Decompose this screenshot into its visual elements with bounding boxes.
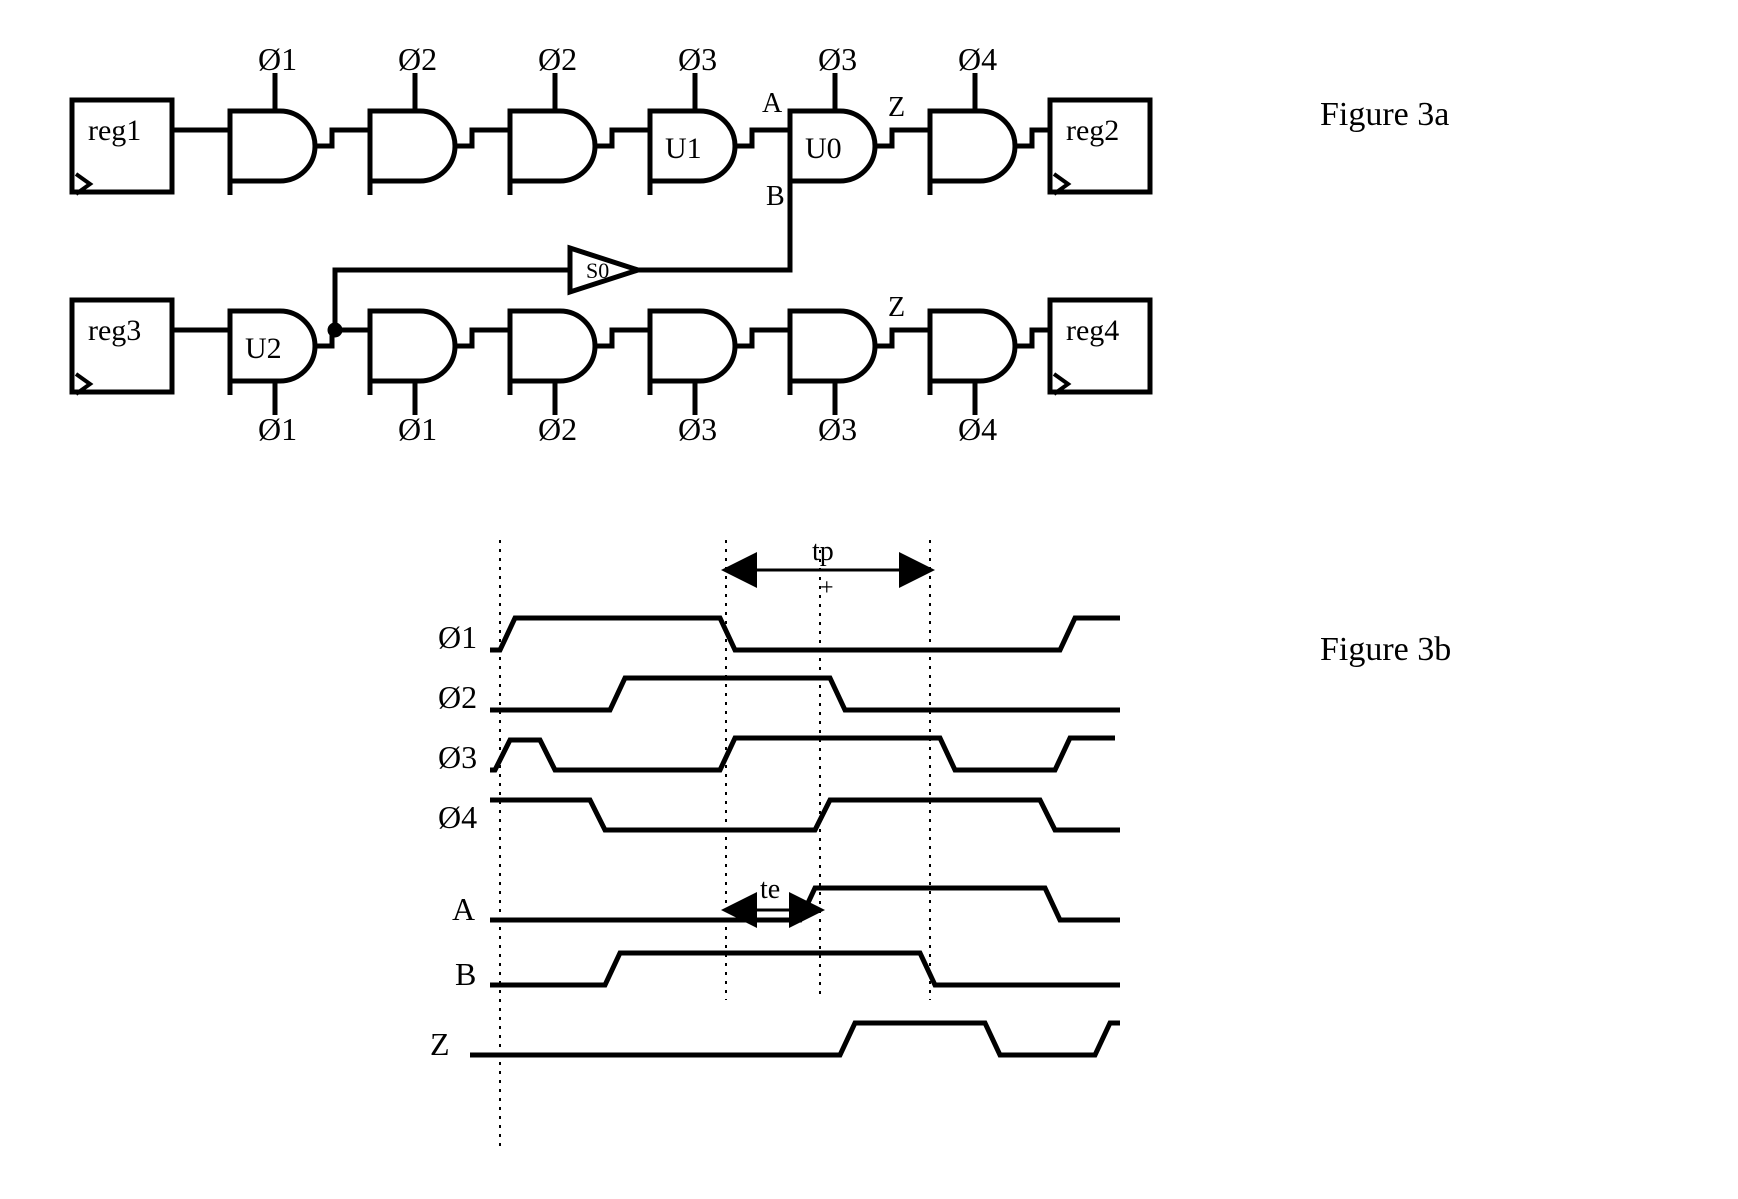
figure-3b: Figure 3b tp + [430,536,1451,1150]
phase-bot-2: Ø1 [398,411,437,447]
top-gate-2 [370,111,455,181]
phase-bot-6: Ø4 [958,411,997,447]
top-gate-3 [510,111,595,181]
diagram-canvas: reg1 reg2 Ø1 Ø2 Ø2 Ø3 Ø3 Ø4 [0,0,1738,1199]
phase-top-2: Ø2 [398,41,437,77]
phase-top-5: Ø3 [818,41,857,77]
tp-label: tp [812,536,834,567]
net-a-label: A [762,88,783,119]
sig-a: A [452,891,475,927]
reg4-label: reg4 [1066,314,1119,347]
bot-gate-4 [650,311,735,381]
gate-u1-label: U1 [665,132,702,165]
buffer-s0-label: S0 [586,258,609,283]
sig-b: B [455,956,476,992]
net-z-bot-label: Z [888,292,905,323]
reg1-label: reg1 [88,114,141,147]
net-b-label: B [766,181,785,212]
net-z-top-label: Z [888,92,905,123]
bot-gate-5 [790,311,875,381]
sig-2: Ø2 [438,679,477,715]
figure-3b-caption: Figure 3b [1320,631,1451,668]
sig-z: Z [430,1026,450,1062]
reg3-label: reg3 [88,314,141,347]
figure-3a: reg1 reg2 Ø1 Ø2 Ø2 Ø3 Ø3 Ø4 [72,41,1449,447]
bot-gate-2 [370,311,455,381]
phase-stubs-top [275,73,975,111]
phase-top-1: Ø1 [258,41,297,77]
phase-bot-4: Ø3 [678,411,717,447]
reg2-label: reg2 [1066,114,1119,147]
phase-stubs-bot [275,381,975,415]
te-label: te [760,874,780,905]
phase-bot-5: Ø3 [818,411,857,447]
sig-3: Ø3 [438,739,477,775]
phase-top-3: Ø2 [538,41,577,77]
phase-top-6: Ø4 [958,41,997,77]
timing-guides [500,540,930,1150]
tp-plus: + [820,575,834,601]
sig-1: Ø1 [438,619,477,655]
phase-top-4: Ø3 [678,41,717,77]
gate-u0-label: U0 [805,132,842,165]
bot-gate-3 [510,311,595,381]
waveforms [470,618,1120,1055]
phase-bot-3: Ø2 [538,411,577,447]
phase-bot-1: Ø1 [258,411,297,447]
gate-u2-label: U2 [245,332,282,365]
figure-3a-caption: Figure 3a [1320,96,1449,133]
top-gate-1 [230,111,315,181]
bot-gate-6 [930,311,1015,381]
sig-4: Ø4 [438,799,477,835]
top-gate-6 [930,111,1015,181]
